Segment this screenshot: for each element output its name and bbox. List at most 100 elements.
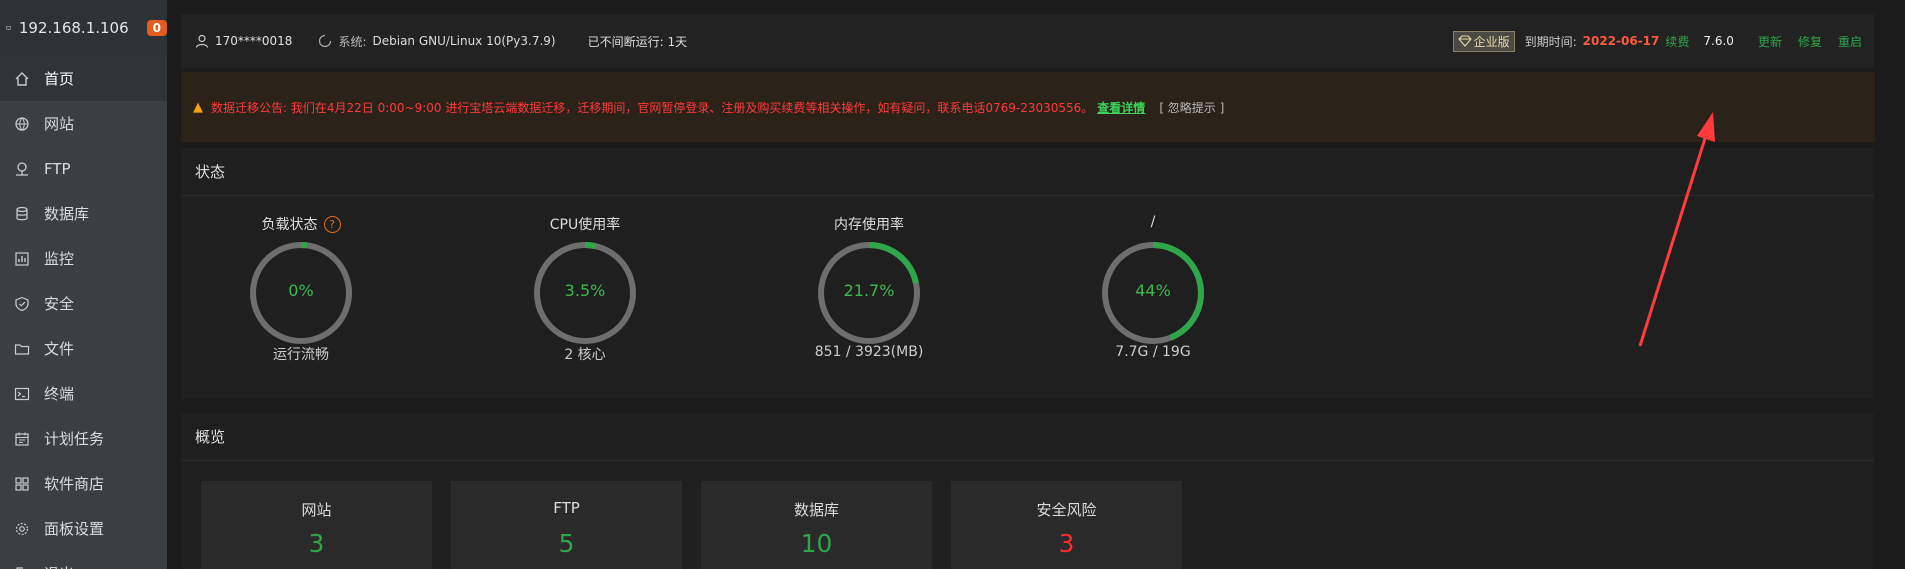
overview-panel: 概览 网站 3 FTP 5 数据库 10 安全风险 3 [181, 413, 1874, 569]
overview-title: 概览 [181, 413, 1874, 461]
logout-icon [16, 566, 23, 569]
diamond-icon [1457, 35, 1472, 47]
gauge-title-text: / [1150, 214, 1156, 230]
repair-link[interactable]: 修复 [1798, 33, 1822, 50]
renew-link[interactable]: 续费 [1665, 33, 1689, 50]
enterprise-badge: 企业版 [1452, 30, 1515, 52]
server-ip: 192.168.1.106 [18, 19, 129, 37]
system-label: 系统: [338, 34, 367, 49]
gauge-row: 负载状态? 0% 运行流畅 CPU使用率 3.5% 2 核心 内存使用率 21.7% 851 /… [181, 196, 1874, 399]
gauge-title-text: 负载状态 [261, 217, 318, 233]
overview-card-security-risk[interactable]: 安全风险 3 [951, 481, 1182, 569]
system-info: Debian GNU/Linux 10(Py3.7.9) [372, 34, 556, 48]
help-icon[interactable]: ? [323, 215, 341, 233]
sidebar-item-label: 文件 [44, 340, 75, 358]
folder-icon [14, 343, 30, 355]
user-icon [195, 34, 209, 48]
account-name[interactable]: 170****0018 [215, 34, 292, 48]
card-label: 数据库 [793, 501, 839, 519]
sidebar-item-monitor[interactable]: 监控 [0, 236, 167, 281]
update-link[interactable]: 更新 [1758, 33, 1782, 50]
gauge-subtext: 2 核心 [564, 347, 606, 363]
sidebar-item-label: 软件商店 [44, 475, 105, 493]
page-edge [1875, 0, 1905, 569]
message-count-badge[interactable]: 0 [146, 20, 167, 36]
system-icon [319, 34, 332, 48]
restart-link[interactable]: 重启 [1838, 33, 1862, 50]
sidebar-item-ftp[interactable]: FTP [0, 146, 167, 191]
sidebar-nav: 首页 网站 FTP 数据库 监控 安全 文件 终端 计划任务 软件商店 面板设置 [0, 56, 167, 569]
sidebar-item-label: 终端 [44, 385, 75, 403]
gauge-value: 44% [1135, 281, 1171, 300]
globe-icon [15, 116, 29, 131]
sidebar-item-settings[interactable]: 面板设置 [0, 506, 167, 551]
sidebar-item-security[interactable]: 安全 [0, 281, 167, 326]
panel-version: 7.6.0 [1703, 34, 1734, 48]
top-info-bar: 170****0018 系统: Debian GNU/Linux 10(Py3.… [181, 14, 1874, 68]
uptime-text: 已不间断运行: 1天 [587, 34, 688, 49]
overview-cards: 网站 3 FTP 5 数据库 10 安全风险 3 [181, 461, 1874, 569]
sidebar: 192.168.1.106 0 首页 网站 FTP 数据库 监控 安全 文件 终… [0, 0, 167, 569]
gauge-value: 0% [288, 281, 314, 300]
warning-icon: ▲ [193, 99, 203, 115]
monitor-chart-icon [15, 251, 29, 266]
gauge-value: 3.5% [564, 281, 606, 300]
sidebar-item-database[interactable]: 数据库 [0, 191, 167, 236]
gauge-title: 内存使用率 [769, 214, 969, 234]
enterprise-label: 企业版 [1473, 34, 1510, 49]
expire-label: 到期时间: [1524, 34, 1577, 49]
sidebar-item-cron[interactable]: 计划任务 [0, 416, 167, 461]
sidebar-item-label: 安全 [44, 295, 75, 313]
monitor-icon [6, 26, 11, 30]
gauge-title: CPU使用率 [485, 214, 685, 234]
gauge-title-text: CPU使用率 [549, 217, 621, 233]
expire-date: 2022-06-17 [1582, 34, 1660, 48]
status-panel: 状态 负载状态? 0% 运行流畅 CPU使用率 3.5% 2 核心 内存使用率 21.7% 85… [181, 148, 1874, 399]
notice-ignore-button[interactable]: [ 忽略提示 ] [1159, 99, 1224, 116]
gauge-title: / [1053, 214, 1253, 230]
calendar-icon [15, 432, 29, 446]
gauge-subtext: 7.7G / 19G [1115, 344, 1191, 360]
notice-text: 数据迁移公告: 我们在4月22日 0:00~9:00 进行宝塔云端数据迁移，迁移… [211, 100, 1094, 115]
sidebar-item-label: 数据库 [44, 205, 90, 223]
overview-card-database[interactable]: 数据库 10 [701, 481, 932, 569]
sidebar-header[interactable]: 192.168.1.106 0 [0, 0, 167, 56]
migration-notice: ▲ 数据迁移公告: 我们在4月22日 0:00~9:00 进行宝塔云端数据迁移，… [181, 72, 1905, 142]
gauge-subtext: 851 / 3923(MB) [814, 344, 924, 360]
sidebar-item-terminal[interactable]: 终端 [0, 371, 167, 416]
card-value[interactable]: 3 [951, 529, 1182, 558]
overview-card-website[interactable]: 网站 3 [201, 481, 432, 569]
sidebar-item-label: 计划任务 [44, 430, 105, 448]
main-content: 170****0018 系统: Debian GNU/Linux 10(Py3.… [167, 0, 1905, 569]
sidebar-item-label: 网站 [44, 115, 75, 133]
gauge-title-text: 内存使用率 [834, 217, 904, 233]
grid-icon [15, 476, 29, 491]
card-label: 安全风险 [1036, 501, 1097, 519]
sidebar-item-files[interactable]: 文件 [0, 326, 167, 371]
home-icon [15, 71, 29, 86]
overview-card-ftp[interactable]: FTP 5 [451, 481, 682, 569]
card-label: FTP [553, 499, 580, 517]
database-icon [16, 206, 28, 220]
sidebar-item-label: 面板设置 [44, 520, 105, 538]
sidebar-item-home[interactable]: 首页 [0, 56, 167, 101]
sidebar-item-logout[interactable]: 退出 [0, 551, 167, 569]
sidebar-item-label: 首页 [44, 70, 75, 88]
card-value[interactable]: 10 [701, 529, 932, 558]
sidebar-item-website[interactable]: 网站 [0, 101, 167, 146]
gauge-subtext: 运行流畅 [273, 347, 329, 363]
sidebar-item-label: 监控 [44, 250, 75, 268]
sidebar-item-store[interactable]: 软件商店 [0, 461, 167, 506]
gauge-value: 21.7% [843, 281, 895, 300]
card-value[interactable]: 5 [451, 529, 682, 558]
card-value[interactable]: 3 [201, 529, 432, 558]
status-title: 状态 [181, 148, 1874, 196]
ftp-icon [16, 161, 28, 176]
notice-details-link[interactable]: 查看详情 [1097, 99, 1145, 116]
sidebar-item-label: FTP [44, 159, 71, 178]
sidebar-item-label: 退出 [44, 563, 74, 569]
terminal-icon [14, 387, 30, 400]
gauge-title: 负载状态? [201, 214, 401, 234]
card-label: 网站 [301, 501, 332, 519]
gear-icon [15, 522, 29, 535]
